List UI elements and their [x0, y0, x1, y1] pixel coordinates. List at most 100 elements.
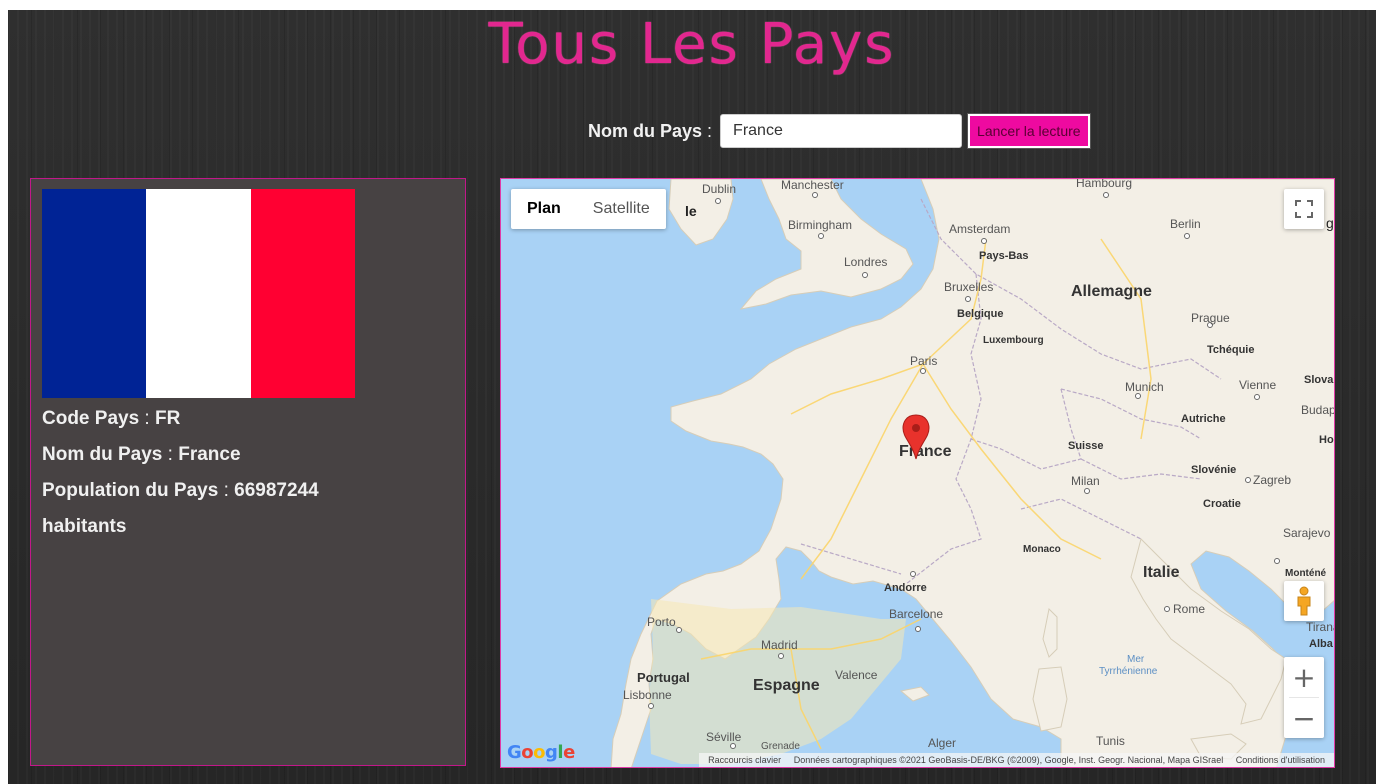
- fullscreen-button[interactable]: [1284, 189, 1324, 229]
- population-value: 66987244: [234, 480, 319, 501]
- country-name-input[interactable]: [720, 114, 963, 148]
- separator: :: [162, 444, 179, 465]
- map-type-satellite-button[interactable]: Satellite: [577, 189, 666, 229]
- city-dot: [1164, 606, 1170, 612]
- zoom-out-button[interactable]: −: [1284, 698, 1324, 738]
- city-dot: [862, 272, 868, 278]
- google-logo-letter: o: [521, 742, 534, 763]
- city-dot: [1135, 393, 1141, 399]
- separator: :: [139, 408, 155, 429]
- map-data-credits: Données cartographiques ©2021 GeoBasis-D…: [793, 755, 1224, 765]
- label-lisbonne: Lisbonne: [623, 688, 672, 702]
- fullscreen-icon: [1295, 200, 1313, 218]
- country-info-text: Code Pays : FR Nom du Pays : France Popu…: [42, 401, 442, 545]
- city-dot: [1274, 558, 1280, 564]
- label-france: France: [899, 443, 952, 460]
- label-autriche: Autriche: [1181, 413, 1226, 425]
- separator: :: [218, 480, 235, 501]
- city-dot: [920, 368, 926, 374]
- label-suisse: Suisse: [1068, 440, 1103, 452]
- label-monaco: Monaco: [1023, 544, 1061, 555]
- population-row: Population du Pays : 66987244: [42, 473, 442, 509]
- city-dot: [730, 743, 736, 749]
- map-marker-dot: [912, 424, 920, 432]
- city-dot: [778, 653, 784, 659]
- search-label-text: Nom du Pays: [588, 120, 703, 141]
- city-dot: [981, 238, 987, 244]
- search-label-colon: :: [702, 120, 713, 141]
- city-dot: [1184, 233, 1190, 239]
- google-logo[interactable]: Google: [507, 742, 575, 763]
- page-title: Tous Les Pays: [488, 12, 896, 77]
- city-dot: [812, 192, 818, 198]
- label-slova: Slova: [1304, 374, 1334, 386]
- label-milan: Milan: [1071, 474, 1100, 488]
- label-seville: Séville: [706, 730, 742, 744]
- label-mer: Mer: [1127, 654, 1145, 665]
- terms-link[interactable]: Conditions d'utilisation: [1236, 755, 1325, 765]
- label-belgique: Belgique: [957, 308, 1003, 320]
- label-luxembourg: Luxembourg: [983, 335, 1044, 346]
- label-g: g: [1326, 215, 1334, 231]
- label-italie: Italie: [1143, 564, 1180, 581]
- pegman-body: [1297, 596, 1311, 616]
- street-view-pegman-button[interactable]: [1284, 581, 1324, 621]
- label-prague: Prague: [1191, 311, 1230, 325]
- label-londres: Londres: [844, 255, 887, 269]
- label-allemagne: Allemagne: [1071, 283, 1152, 300]
- country-code-row: Code Pays : FR: [42, 401, 442, 437]
- lancer-lecture-button[interactable]: Lancer la lecture: [967, 113, 1091, 149]
- country-name-label: Nom du Pays: [42, 444, 163, 465]
- label-slovenie: Slovénie: [1191, 464, 1236, 476]
- pegman-head: [1299, 586, 1309, 596]
- map-canvas[interactable]: Dublin Manchester Hambourg le Birmingham…: [501, 179, 1335, 768]
- search-label: Nom du Pays :: [588, 121, 712, 142]
- label-grenade: Grenade: [761, 741, 800, 752]
- label-hamburg: Hambourg: [1076, 179, 1132, 190]
- zoom-in-button[interactable]: +: [1284, 657, 1324, 697]
- population-unit: habitants: [42, 516, 127, 537]
- label-tcheque: Tchéquie: [1207, 344, 1254, 356]
- label-espagne: Espagne: [753, 677, 820, 694]
- search-row: Nom du Pays : Lancer la lecture: [588, 110, 1091, 152]
- google-logo-letter: g: [545, 742, 558, 763]
- label-berlin: Berlin: [1170, 217, 1201, 231]
- page-background: Tous Les Pays Nom du Pays : Lancer la le…: [8, 10, 1376, 784]
- country-name-row: Nom du Pays : France: [42, 437, 442, 473]
- city-dot: [1254, 394, 1260, 400]
- label-alba: Alba: [1309, 638, 1334, 650]
- label-andorre: Andorre: [884, 582, 927, 594]
- population-label: Population du Pays: [42, 480, 219, 501]
- label-porto: Porto: [647, 615, 676, 629]
- label-birmingham: Birmingham: [788, 218, 852, 232]
- land-sardinia: [1032, 666, 1068, 732]
- google-logo-letter: G: [507, 742, 522, 763]
- map-panel[interactable]: Dublin Manchester Hambourg le Birmingham…: [500, 178, 1335, 768]
- city-dot: [818, 233, 824, 239]
- country-name-value: France: [178, 444, 241, 465]
- country-code-label: Code Pays: [42, 408, 140, 429]
- map-type-control: Plan Satellite: [511, 189, 666, 229]
- label-rome: Rome: [1173, 602, 1205, 616]
- pegman-icon: [1297, 586, 1311, 616]
- flag-stripe-red: [250, 189, 355, 398]
- map-type-plan-button[interactable]: Plan: [511, 189, 577, 229]
- label-portugal: Portugal: [637, 670, 690, 685]
- keyboard-shortcuts-link[interactable]: Raccourcis clavier: [708, 755, 781, 765]
- flag-stripe-white: [146, 189, 251, 398]
- city-dot: [1103, 192, 1109, 198]
- label-alger: Alger: [928, 736, 956, 750]
- label-valence: Valence: [835, 668, 878, 682]
- label-paris: Paris: [910, 354, 937, 368]
- city-dot: [910, 571, 916, 577]
- city-dot: [1084, 488, 1090, 494]
- label-paysbas: Pays-Bas: [979, 250, 1029, 262]
- google-logo-letter: o: [533, 742, 546, 763]
- label-budap: Budap: [1301, 403, 1335, 417]
- label-tyrrhenienne: Tyrrhénienne: [1099, 666, 1158, 677]
- label-zagreb: Zagreb: [1253, 473, 1291, 487]
- city-dot: [915, 626, 921, 632]
- label-tunis: Tunis: [1096, 734, 1125, 748]
- country-flag-image: [42, 189, 355, 398]
- label-montene: Monténé: [1285, 568, 1327, 579]
